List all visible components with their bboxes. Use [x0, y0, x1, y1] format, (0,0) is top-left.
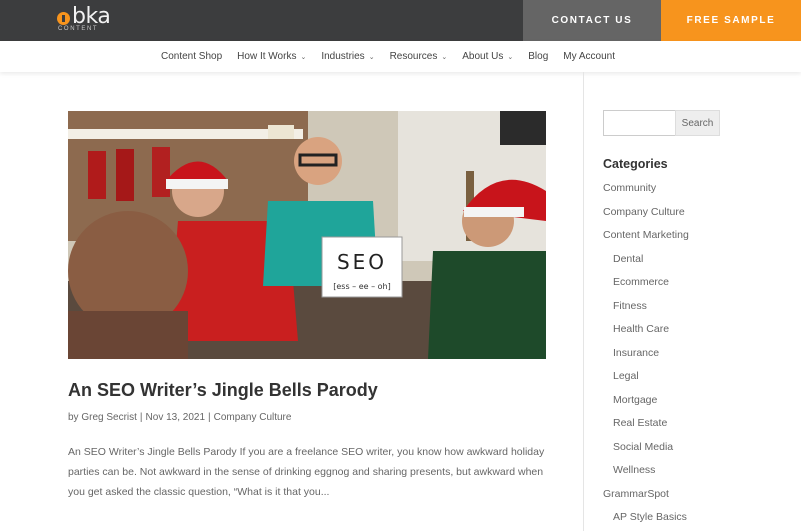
holiday-photo-illustration: SEO [ess – ee – oh]: [68, 111, 546, 359]
meta-separator: |: [208, 412, 211, 423]
logo-mark-icon: [57, 12, 70, 25]
post-category-link[interactable]: Company Culture: [214, 412, 292, 423]
category-item-ap-style-basics[interactable]: AP Style Basics: [613, 511, 687, 523]
nav-item-label: How It Works: [237, 51, 297, 62]
main-nav: Content Shop How It Works ⌄ Industries ⌄ Reso…: [0, 41, 801, 72]
category-item-grammarspot[interactable]: GrammarSpot: [603, 488, 669, 500]
contact-us-button[interactable]: CONTACT US: [523, 0, 661, 41]
category-item-social-media[interactable]: Social Media: [613, 441, 673, 453]
nav-item-blog[interactable]: Blog: [528, 51, 548, 62]
nav-item-content-shop[interactable]: Content Shop: [161, 51, 222, 62]
categories-heading: Categories: [603, 157, 668, 171]
category-item-legal[interactable]: Legal: [613, 370, 639, 382]
nav-list: Content Shop How It Works ⌄ Industries ⌄ Reso…: [161, 51, 630, 62]
search-button[interactable]: Search: [675, 110, 720, 136]
nav-item-my-account[interactable]: My Account: [563, 51, 615, 62]
sign-subtitle: [ess – ee – oh]: [333, 282, 390, 291]
post-meta: by Greg Secrist | Nov 13, 2021 | Company Cul…: [68, 412, 291, 423]
category-item-insurance[interactable]: Insurance: [613, 347, 659, 359]
nav-item-label: Industries: [321, 51, 365, 62]
nav-item-label: Blog: [528, 51, 549, 62]
nav-item-label: Resources: [389, 51, 438, 62]
category-item-ecommerce[interactable]: Ecommerce: [613, 276, 669, 288]
category-item-content-marketing[interactable]: Content Marketing: [603, 229, 689, 241]
category-item-health-care[interactable]: Health Care: [613, 323, 669, 335]
nav-item-how-it-works[interactable]: How It Works ⌄: [237, 51, 306, 62]
sign-title: SEO: [337, 250, 387, 274]
sidebar-divider: [583, 72, 584, 531]
post-excerpt: An SEO Writer’s Jingle Bells Parody If y…: [68, 446, 545, 498]
post-author[interactable]: by Greg Secrist: [68, 412, 137, 423]
category-item-mortgage[interactable]: Mortgage: [613, 394, 657, 406]
nav-item-label: About Us: [462, 51, 504, 62]
nav-item-about-us[interactable]: About Us ⌄: [462, 51, 513, 62]
free-sample-button[interactable]: FREE SAMPLE: [661, 0, 801, 41]
category-item-dental[interactable]: Dental: [613, 253, 643, 265]
post-featured-image[interactable]: SEO [ess – ee – oh]: [68, 111, 546, 359]
post-date: Nov 13, 2021: [145, 412, 206, 423]
logo-text: bka: [72, 4, 111, 29]
post-title[interactable]: An SEO Writer’s Jingle Bells Parody: [68, 380, 546, 401]
search-input[interactable]: [603, 110, 676, 136]
chevron-down-icon: ⌄: [368, 53, 375, 61]
category-item-company-culture[interactable]: Company Culture: [603, 206, 685, 218]
nav-item-industries[interactable]: Industries ⌄: [321, 51, 374, 62]
chevron-down-icon: ⌄: [507, 53, 514, 61]
nav-item-label: My Account: [563, 51, 615, 62]
category-item-wellness[interactable]: Wellness: [613, 464, 655, 476]
category-item-fitness[interactable]: Fitness: [613, 300, 647, 312]
nav-item-label: Content Shop: [161, 51, 223, 62]
top-bar: bka CONTENT CONTACT US FREE SAMPLE: [0, 0, 801, 41]
category-item-community[interactable]: Community: [603, 182, 656, 194]
chevron-down-icon: ⌄: [300, 53, 307, 61]
nav-item-resources[interactable]: Resources ⌄: [390, 51, 448, 62]
logo-subtitle: CONTENT: [58, 26, 99, 32]
meta-separator: |: [139, 412, 143, 423]
chevron-down-icon: ⌄: [441, 53, 448, 61]
category-item-real-estate[interactable]: Real Estate: [613, 417, 667, 429]
